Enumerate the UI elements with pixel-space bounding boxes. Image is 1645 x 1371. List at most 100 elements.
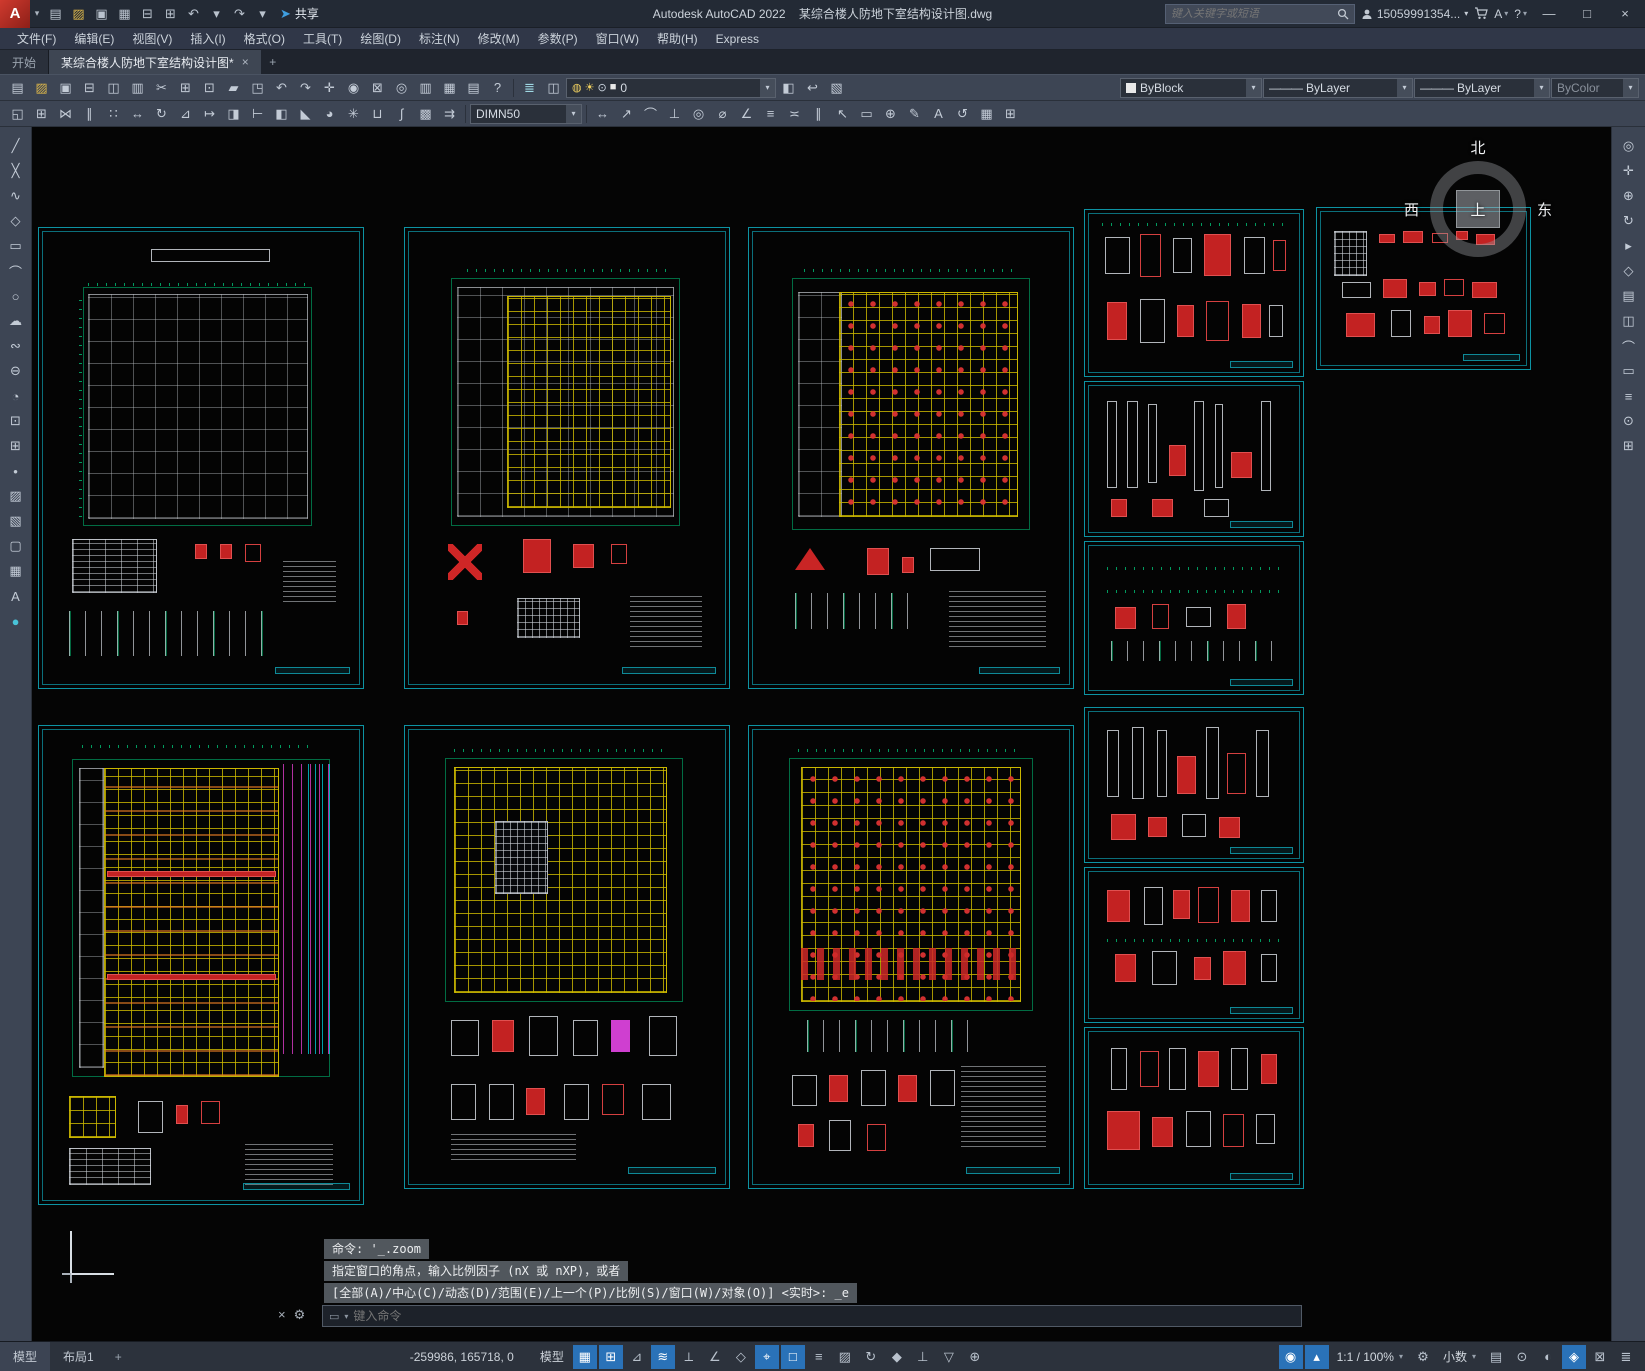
ortho-mode-icon[interactable]: ⟂ [677, 1345, 701, 1369]
viewcube[interactable]: 北 上 西 东 [1400, 137, 1556, 313]
dim-update-icon[interactable]: ↺ [951, 103, 974, 125]
color-control-combo[interactable]: ByBlock ▾ [1120, 77, 1262, 98]
app-menu-button[interactable]: A [0, 0, 30, 28]
arc-tool-icon[interactable]: ⌒ [4, 260, 28, 282]
dimstyle-combo-arrow-icon[interactable]: ▾ [566, 104, 581, 123]
menu-item[interactable]: 标注(N) [410, 28, 469, 49]
model-space-toggle[interactable]: 模型 [532, 1342, 572, 1371]
chamfer-icon[interactable]: ◣ [294, 103, 317, 125]
join-icon[interactable]: ⊔ [366, 103, 389, 125]
redo-icon[interactable]: ↷ [294, 77, 317, 99]
menu-item[interactable]: 修改(M) [469, 28, 529, 49]
trim-icon[interactable]: ◨ [222, 103, 245, 125]
dimension-style-combo[interactable]: DIMN50 ▾ [470, 103, 582, 124]
ellipse-tool-icon[interactable]: ⊖ [4, 360, 28, 382]
edit-polyline-icon[interactable]: ∫ [390, 103, 413, 125]
plot-icon[interactable]: ⊟ [136, 2, 159, 26]
layer-control-combo[interactable]: ◍ ☀ ⊙ ■ 0 ▾ [566, 77, 776, 98]
viewcube-toggle-icon[interactable]: ◇ [1617, 260, 1641, 282]
tab-close-icon[interactable]: × [242, 55, 249, 69]
new-file-icon[interactable]: ▤ [44, 2, 67, 26]
menu-item[interactable]: 视图(V) [123, 28, 181, 49]
open-icon[interactable]: ▨ [30, 77, 53, 99]
viewcube-up-face[interactable]: 上 [1456, 190, 1500, 228]
redo-icon[interactable]: ↷ [228, 2, 251, 26]
drawing-sheet-11[interactable] [1084, 707, 1304, 863]
table-tool-icon[interactable]: ▦ [4, 560, 28, 582]
ellipse-arc-tool-icon[interactable]: ◔ [4, 385, 28, 407]
viewcube-north-label[interactable]: 北 [1400, 137, 1556, 157]
spline-tool-icon[interactable]: ∾ [4, 335, 28, 357]
help-menu[interactable]: ? ▾ [1514, 7, 1527, 21]
minimize-button[interactable]: — [1533, 0, 1565, 28]
polyline-tool-icon[interactable]: ∿ [4, 185, 28, 207]
lineweight-control-combo[interactable]: ——— ByLayer ▾ [1414, 77, 1550, 98]
object-snap-icon[interactable]: □ [780, 1344, 805, 1369]
pan-hand-icon[interactable]: ✛ [1617, 160, 1641, 182]
block-editor-icon[interactable]: ◳ [246, 77, 269, 99]
app-menu-arrow-icon[interactable]: ▾ [30, 8, 44, 19]
region-tool-icon[interactable]: ▢ [4, 535, 28, 557]
zoom-realtime-icon[interactable]: ◉ [342, 77, 365, 99]
publish-icon[interactable]: ▥ [126, 77, 149, 99]
lock-ui-icon[interactable]: ⊙ [1510, 1345, 1534, 1369]
new-layout-button[interactable]: + [107, 1342, 130, 1371]
insert-block-icon[interactable]: ⊡ [4, 410, 28, 432]
drawing-sheet-2[interactable] [404, 227, 730, 689]
menu-item[interactable]: 编辑(E) [65, 28, 123, 49]
app-store-menu[interactable]: A ▾ [1494, 7, 1508, 21]
menu-item[interactable]: 参数(P) [529, 28, 587, 49]
dim-radius-icon[interactable]: ◎ [687, 103, 710, 125]
dim-aligned-icon[interactable]: ↗ [615, 103, 638, 125]
create-block-icon[interactable]: ⊞ [4, 435, 28, 457]
drawing-sheet-4[interactable] [1084, 209, 1304, 377]
grid-display-icon[interactable]: ▦ [572, 1344, 597, 1369]
drawing-sheet-3[interactable] [748, 227, 1074, 689]
layer-previous-icon[interactable]: ↩ [801, 77, 824, 99]
command-input[interactable] [353, 1309, 1295, 1323]
menu-item[interactable]: 绘图(D) [351, 28, 410, 49]
navbar-icon[interactable]: ▤ [1617, 285, 1641, 307]
dim-leader-icon[interactable]: ↖ [831, 103, 854, 125]
viewcube-east-label[interactable]: 东 [1537, 199, 1552, 220]
edit-hatch-icon[interactable]: ▩ [414, 103, 437, 125]
revcloud-tool-icon[interactable]: ☁ [4, 310, 28, 332]
undo-dropdown-icon[interactable]: ▾ [205, 2, 228, 26]
dim-angular-icon[interactable]: ∠ [735, 103, 758, 125]
show-motion-icon[interactable]: ▸ [1617, 235, 1641, 257]
zoom-extents-icon[interactable]: ⊕ [1617, 185, 1641, 207]
model-tab[interactable]: 模型 [0, 1342, 51, 1371]
design-center-icon[interactable]: ▦ [438, 77, 461, 99]
search-input[interactable] [1170, 7, 1333, 20]
save-as-icon[interactable]: ▦ [113, 2, 136, 26]
quick-properties-icon[interactable]: ▤ [1484, 1345, 1508, 1369]
shopping-cart-icon[interactable] [1474, 7, 1489, 20]
measure-distance-icon[interactable]: ⌒ [1617, 335, 1641, 357]
redo-dropdown-icon[interactable]: ▾ [251, 2, 274, 26]
table-icon[interactable]: ⊞ [999, 103, 1022, 125]
plot-preview-icon[interactable]: ◫ [102, 77, 125, 99]
id-point-icon[interactable]: ⊙ [1617, 410, 1641, 432]
command-close-icon[interactable]: × [278, 1307, 286, 1323]
scale-icon[interactable]: ⊿ [174, 103, 197, 125]
zoom-window-icon[interactable]: ⊠ [366, 77, 389, 99]
steering-wheel-icon[interactable]: ◎ [1617, 135, 1641, 157]
layout1-tab[interactable]: 布局1 [50, 1342, 107, 1371]
menu-item[interactable]: Express [707, 28, 768, 49]
copy-clip-icon[interactable]: ⊞ [174, 77, 197, 99]
drawing-sheet-13[interactable] [1084, 1027, 1304, 1189]
xline-tool-icon[interactable]: ╳ [4, 160, 28, 182]
layer-combo-arrow-icon[interactable]: ▾ [760, 78, 775, 97]
list-info-icon[interactable]: ≡ [1617, 385, 1641, 407]
search-icon[interactable] [1337, 8, 1349, 20]
selection-filter-icon[interactable]: ▽ [937, 1345, 961, 1369]
copy-icon[interactable]: ⊞ [30, 103, 53, 125]
infer-constraints-icon[interactable]: ⊿ [625, 1345, 649, 1369]
break-icon[interactable]: ◧ [270, 103, 293, 125]
annotation-visibility-icon[interactable]: ◉ [1278, 1344, 1303, 1369]
share-button[interactable]: ➤ 共享 [280, 5, 319, 22]
linetype-combo-arrow-icon[interactable]: ▾ [1397, 78, 1412, 97]
dim-style-icon[interactable]: ▦ [975, 103, 998, 125]
recent-commands-icon[interactable]: ▭ [329, 1310, 339, 1323]
dim-edit-icon[interactable]: ✎ [903, 103, 926, 125]
